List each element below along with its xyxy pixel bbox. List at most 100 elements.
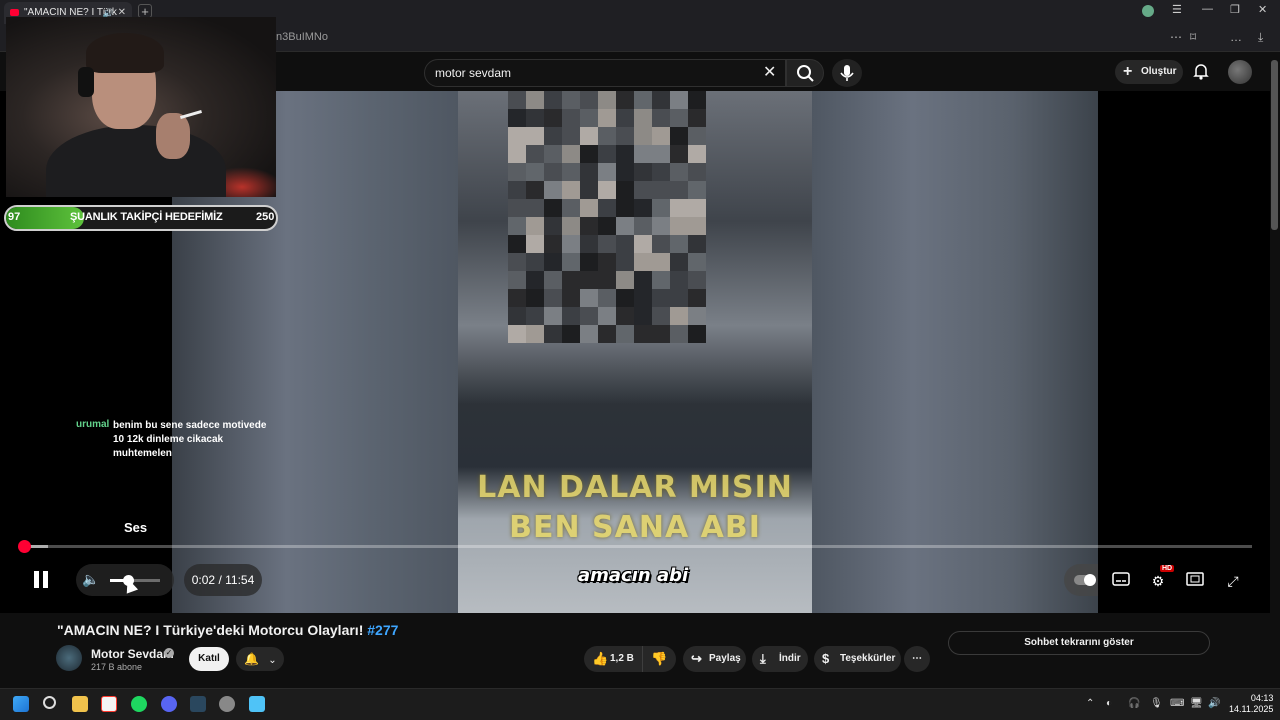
account-avatar[interactable]	[1228, 60, 1252, 84]
show-chat-replay-button[interactable]: Sohbet tekrarını göster	[948, 631, 1210, 655]
censor-pixel	[616, 289, 634, 307]
censor-pixel	[526, 145, 544, 163]
share-label: Paylaş	[709, 653, 741, 664]
create-button[interactable]: + Oluştur	[1115, 60, 1183, 84]
search-taskbar-icon[interactable]	[43, 696, 56, 709]
channel-name[interactable]: Motor Sevdam	[91, 647, 174, 661]
censor-pixel	[562, 235, 580, 253]
page-scrollbar[interactable]	[1271, 60, 1278, 230]
censor-pixel	[508, 325, 526, 343]
thanks-button[interactable]: $ Teşekkürler	[814, 646, 901, 672]
censor-pixel	[562, 253, 580, 271]
censor-pixel	[652, 289, 670, 307]
search-button[interactable]	[786, 59, 824, 87]
app-icon[interactable]	[219, 696, 235, 712]
taskbar-clock[interactable]: 04:13 14.11.2025	[1229, 693, 1273, 715]
clock-date: 14.11.2025	[1229, 704, 1274, 714]
censor-pixel	[580, 307, 598, 325]
notifications-button[interactable]	[1193, 62, 1209, 85]
notepad-icon[interactable]	[249, 696, 265, 712]
theater-mode-button[interactable]	[1183, 569, 1207, 593]
new-tab-button[interactable]: +	[138, 4, 152, 18]
headset-icon	[78, 67, 94, 97]
more-options-icon[interactable]: ⋯	[1170, 30, 1182, 44]
censor-pixel	[526, 163, 544, 181]
censor-pixel	[562, 127, 580, 145]
censor-pixel	[688, 145, 706, 163]
search-input[interactable]: motor sevdam	[424, 59, 786, 87]
censor-pixel	[652, 109, 670, 127]
video-hashtag[interactable]: #277	[367, 622, 398, 638]
censor-pixel	[508, 181, 526, 199]
speaker-tray-icon[interactable]: 🔊	[1208, 698, 1220, 709]
tray-steam-icon[interactable]: ◐	[1106, 698, 1112, 709]
subscriber-count: 217 B abone	[91, 662, 143, 672]
censor-pixel	[688, 127, 706, 145]
search-icon	[797, 65, 814, 82]
pause-button[interactable]	[28, 566, 54, 594]
censor-pixel	[670, 325, 688, 343]
burned-in-text: LAN DALAR MISIN BEN SANA ABI	[477, 470, 793, 545]
download-button[interactable]: ⤓ İndir	[752, 646, 808, 672]
dislike-button[interactable]: 👎	[642, 646, 676, 672]
censor-pixel	[598, 145, 616, 163]
censor-pixel	[670, 127, 688, 145]
url-text[interactable]: n3BuIMNo	[276, 31, 328, 43]
join-button[interactable]: Katıl	[189, 647, 229, 671]
clear-search-icon[interactable]: ✕	[763, 62, 776, 82]
fullscreen-button[interactable]: ⤢	[1221, 569, 1245, 593]
minimize-icon[interactable]: —	[1202, 3, 1213, 15]
bell-outline-icon: 🔔	[244, 652, 259, 666]
subtitles-button[interactable]	[1109, 569, 1133, 593]
progress-scrubber[interactable]	[17, 540, 31, 553]
like-button[interactable]: 👍 1,2 B	[584, 646, 642, 672]
menu-icon[interactable]: ☰	[1172, 3, 1182, 16]
censor-pixel	[652, 235, 670, 253]
discord-icon[interactable]	[161, 696, 177, 712]
headphones-icon[interactable]: 🎧	[1128, 698, 1140, 709]
subscription-bell-button[interactable]: 🔔 ⌄	[236, 647, 284, 671]
volume-icon[interactable]: 🔈	[82, 571, 99, 588]
autoplay-toggle[interactable]	[1064, 564, 1098, 596]
censor-pixel	[580, 109, 598, 127]
censor-pixel	[562, 181, 580, 199]
censor-pixel	[616, 253, 634, 271]
settings-button[interactable]: ⚙	[1146, 569, 1170, 593]
censor-pixel	[634, 163, 652, 181]
censor-pixel	[634, 109, 652, 127]
bookmark-icon[interactable]: ⌑	[1190, 30, 1196, 44]
webcam-hand	[156, 113, 190, 159]
network-icon[interactable]: 🖥	[1190, 698, 1203, 709]
restore-icon[interactable]: ❐	[1230, 3, 1240, 16]
more-horizontal-icon: ⋯	[912, 653, 922, 664]
share-button[interactable]: ↪ Paylaş	[683, 646, 746, 672]
censor-pixel	[670, 289, 688, 307]
close-window-icon[interactable]: ✕	[1258, 3, 1267, 16]
steam-icon[interactable]	[190, 696, 206, 712]
profile-icon[interactable]	[1142, 5, 1154, 17]
censor-pixel	[634, 271, 652, 289]
extensions-icon[interactable]: …	[1230, 30, 1242, 44]
tray-chevron-icon[interactable]: ⌃	[1086, 698, 1094, 709]
channel-avatar[interactable]	[56, 645, 82, 671]
censor-pixel	[652, 163, 670, 181]
file-explorer-icon[interactable]	[72, 696, 88, 712]
censor-pixel	[508, 127, 526, 145]
voice-search-button[interactable]	[832, 59, 862, 87]
censor-pixel	[688, 325, 706, 343]
download-icon[interactable]: ⤓	[1258, 30, 1263, 45]
censor-pixel	[670, 271, 688, 289]
yandex-browser-icon[interactable]	[101, 696, 117, 712]
webcam-hair	[86, 33, 164, 73]
spotify-icon[interactable]	[131, 696, 147, 712]
mic-tray-icon[interactable]: 🎙	[1150, 698, 1163, 709]
censor-pixel	[616, 235, 634, 253]
progress-bar[interactable]	[20, 545, 1252, 548]
more-actions-button[interactable]: ⋯	[904, 646, 930, 672]
windows-start-icon[interactable]	[13, 696, 29, 712]
keyboard-icon[interactable]: ⌨	[1170, 698, 1184, 709]
webcam-body	[46, 125, 226, 197]
censor-pixel	[526, 199, 544, 217]
censor-pixel	[616, 163, 634, 181]
video-caption: amacın abi	[578, 565, 689, 586]
